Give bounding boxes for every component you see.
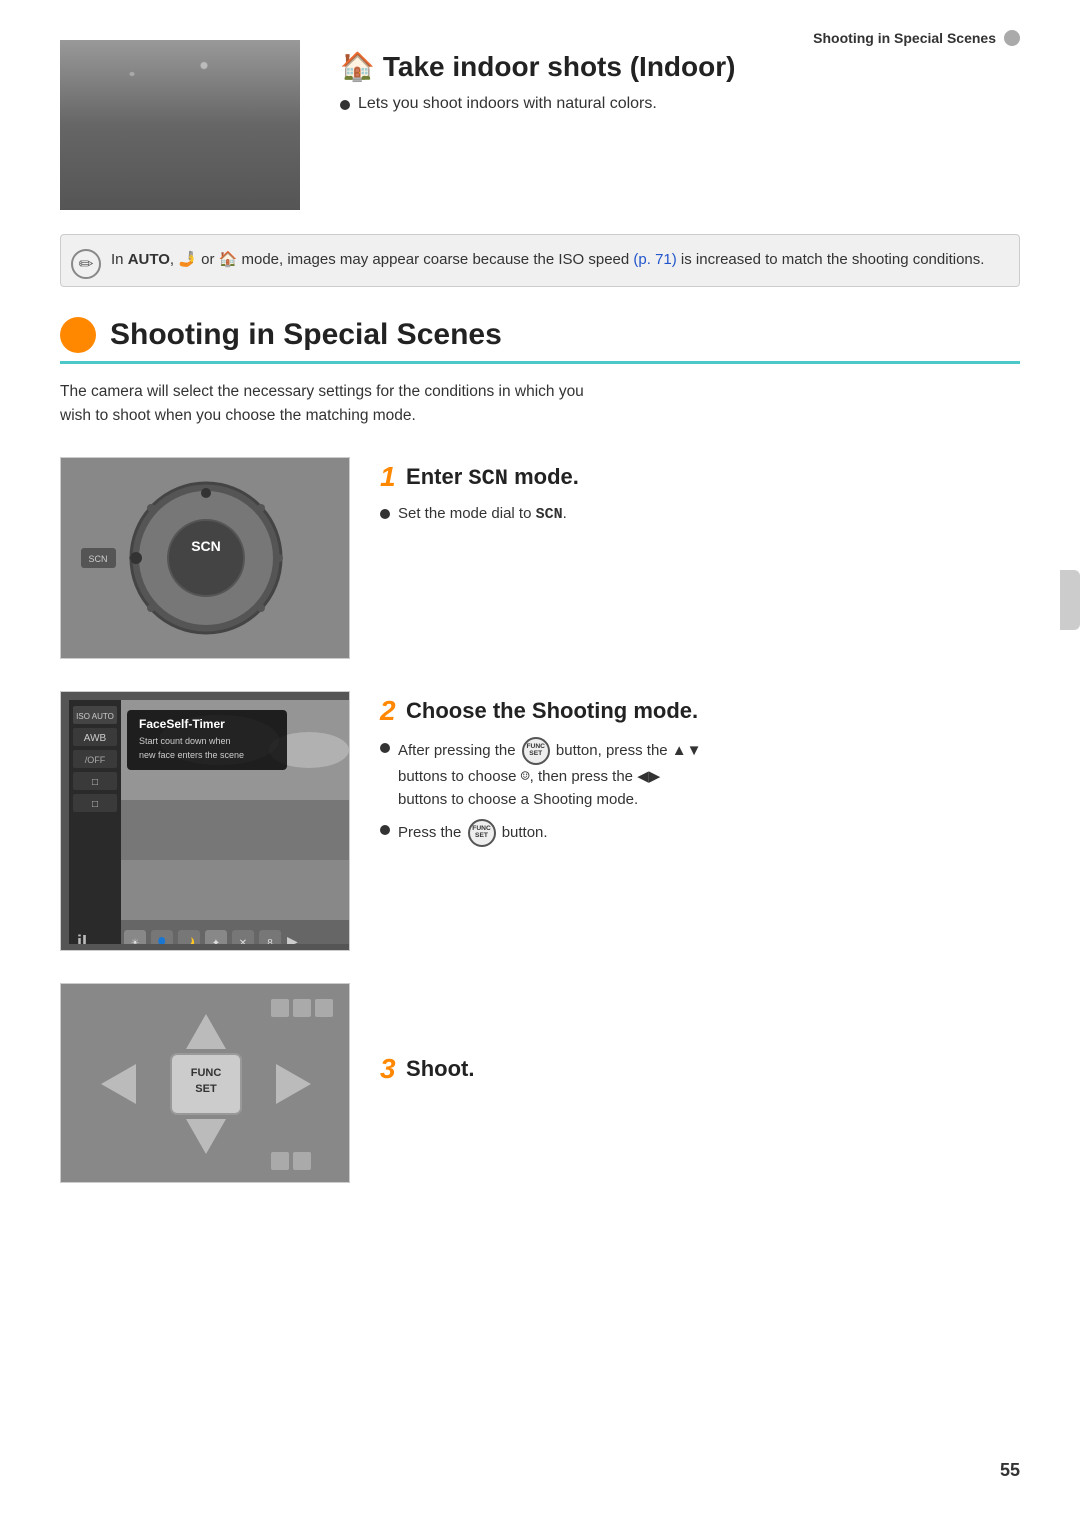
note-modes2: 🤳 [178,251,197,268]
indoor-header-text: 🏠 Take indoor shots (Indoor) Lets you sh… [340,40,1020,119]
step2-content: 2 Choose the Shooting mode. After pressi… [380,691,1020,855]
step2-bullet1: After pressing the FUNCSET button, press… [380,737,1020,811]
func-set-button-icon2: FUNCSET [468,819,496,847]
section-description: The camera will select the necessary set… [60,380,1020,430]
svg-text:✕: ✕ [239,938,247,944]
bullet-dot-indoor [340,100,350,110]
step2-title: Choose the Shooting mode. [406,698,698,723]
scn-face-icon: ☺ [521,767,530,785]
step1-content: 1 Enter SCN mode. Set the mode dial to S… [380,457,1020,535]
step2-bullet2-text: Press the FUNCSET button. [398,819,548,847]
svg-text:🌙: 🌙 [183,936,195,944]
step2-heading: 2 Choose the Shooting mode. [380,695,1020,727]
step2-bullet2: Press the FUNCSET button. [380,819,1020,847]
step1-heading: 1 Enter SCN mode. [380,461,1020,493]
section-header: Shooting in Special Scenes [60,317,1020,364]
step3-content: 3 Shoot. [380,983,1020,1085]
top-section-label: Shooting in Special Scenes [813,30,1020,46]
step2-row: ISO AUTO AWB /OFF □ □ iL FaceSelf-Timer … [60,691,1020,951]
note-box: ✏ In AUTO, 🤳 or 🏠 mode, images may appea… [60,234,1020,287]
step2-number: 2 [380,695,396,727]
page-number: 55 [1000,1460,1020,1481]
indoor-bullet: Lets you shoot indoors with natural colo… [340,95,1020,113]
top-label-circle [1004,30,1020,46]
step1-scn: SCN [468,466,508,491]
step1-bullet-dot [380,509,390,519]
menu-screen-image: ISO AUTO AWB /OFF □ □ iL FaceSelf-Timer … [61,692,349,951]
func-btn-image: FUNC SET [61,984,349,1183]
step2-bullet1-text: After pressing the FUNCSET button, press… [398,737,702,811]
step2-bullets: After pressing the FUNCSET button, press… [380,737,1020,847]
section-description-line1: The camera will select the necessary set… [60,383,584,400]
step3-number: 3 [380,1053,396,1085]
svg-text:iL: iL [77,932,93,944]
svg-text:□: □ [92,799,98,810]
step2-bullet-dot1 [380,743,390,753]
step1-title: Enter SCN mode. [406,464,579,489]
svg-text:/OFF: /OFF [85,755,106,765]
step1-bullet-text: Set the mode dial to SCN. [398,503,567,527]
svg-text:👤: 👤 [156,936,168,944]
svg-text:new face enters the scene: new face enters the scene [139,750,244,760]
svg-text:Start count down when: Start count down when [139,736,231,746]
step3-heading: 3 Shoot. [380,1053,1020,1085]
step1-scn-bold: SCN [536,506,563,523]
svg-text:☀: ☀ [131,938,140,944]
step3-title: Shoot. [406,1056,474,1081]
svg-text:AWB: AWB [84,733,107,744]
note-icon: ✏ [71,249,101,279]
step1-number: 1 [380,461,396,493]
step1-image: SCN SCN [60,457,350,659]
svg-text:SCN: SCN [88,554,107,564]
svg-text:▶: ▶ [287,933,298,944]
indoor-title: 🏠 Take indoor shots (Indoor) [340,50,1020,83]
mode-dial-image: SCN SCN [61,458,349,658]
step2-bullet-dot2 [380,825,390,835]
step1-bullets: Set the mode dial to SCN. [380,503,1020,527]
indoor-photo [60,40,300,210]
step1-row: SCN SCN 1 Enter SCN mode. Set the mode d… [60,457,1020,659]
section-description-line2: wish to shoot when you choose the matchi… [60,407,416,424]
step2-image: ISO AUTO AWB /OFF □ □ iL FaceSelf-Timer … [60,691,350,951]
indoor-bullet-text: Lets you shoot indoors with natural colo… [358,95,657,113]
section-main-title: Shooting in Special Scenes [110,318,502,352]
top-label-text: Shooting in Special Scenes [813,30,996,46]
step3-image: FUNC SET [60,983,350,1183]
page-container: Shooting in Special Scenes [0,0,1080,1521]
svg-text:SET: SET [195,1083,217,1095]
svg-text:FaceSelf-Timer: FaceSelf-Timer [139,717,225,731]
note-link[interactable]: (p. 71) [633,251,676,268]
note-modes: AUTO [128,251,170,268]
note-text: In AUTO, 🤳 or 🏠 mode, images may appear … [111,251,984,268]
svg-text:□: □ [92,777,98,788]
svg-text:✦: ✦ [212,938,220,944]
indoor-title-text: Take indoor shots (Indoor) [383,51,736,83]
svg-text:SCN: SCN [191,538,221,554]
indoor-section: 🏠 Take indoor shots (Indoor) Lets you sh… [60,40,1020,210]
orange-circle-icon [60,317,96,353]
note-modes3: 🏠 [219,251,238,268]
svg-text:FUNC: FUNC [191,1067,222,1079]
page-tab-handle [1060,570,1080,630]
func-set-button-icon1: FUNCSET [522,737,550,765]
svg-text:8: 8 [267,938,273,944]
step3-row: FUNC SET 3 Shoot. [60,983,1020,1183]
step1-bullet1: Set the mode dial to SCN. [380,503,1020,527]
restaurant-scene-image [60,40,300,210]
indoor-icon: 🏠 [340,50,375,83]
svg-text:ISO AUTO: ISO AUTO [76,712,114,721]
